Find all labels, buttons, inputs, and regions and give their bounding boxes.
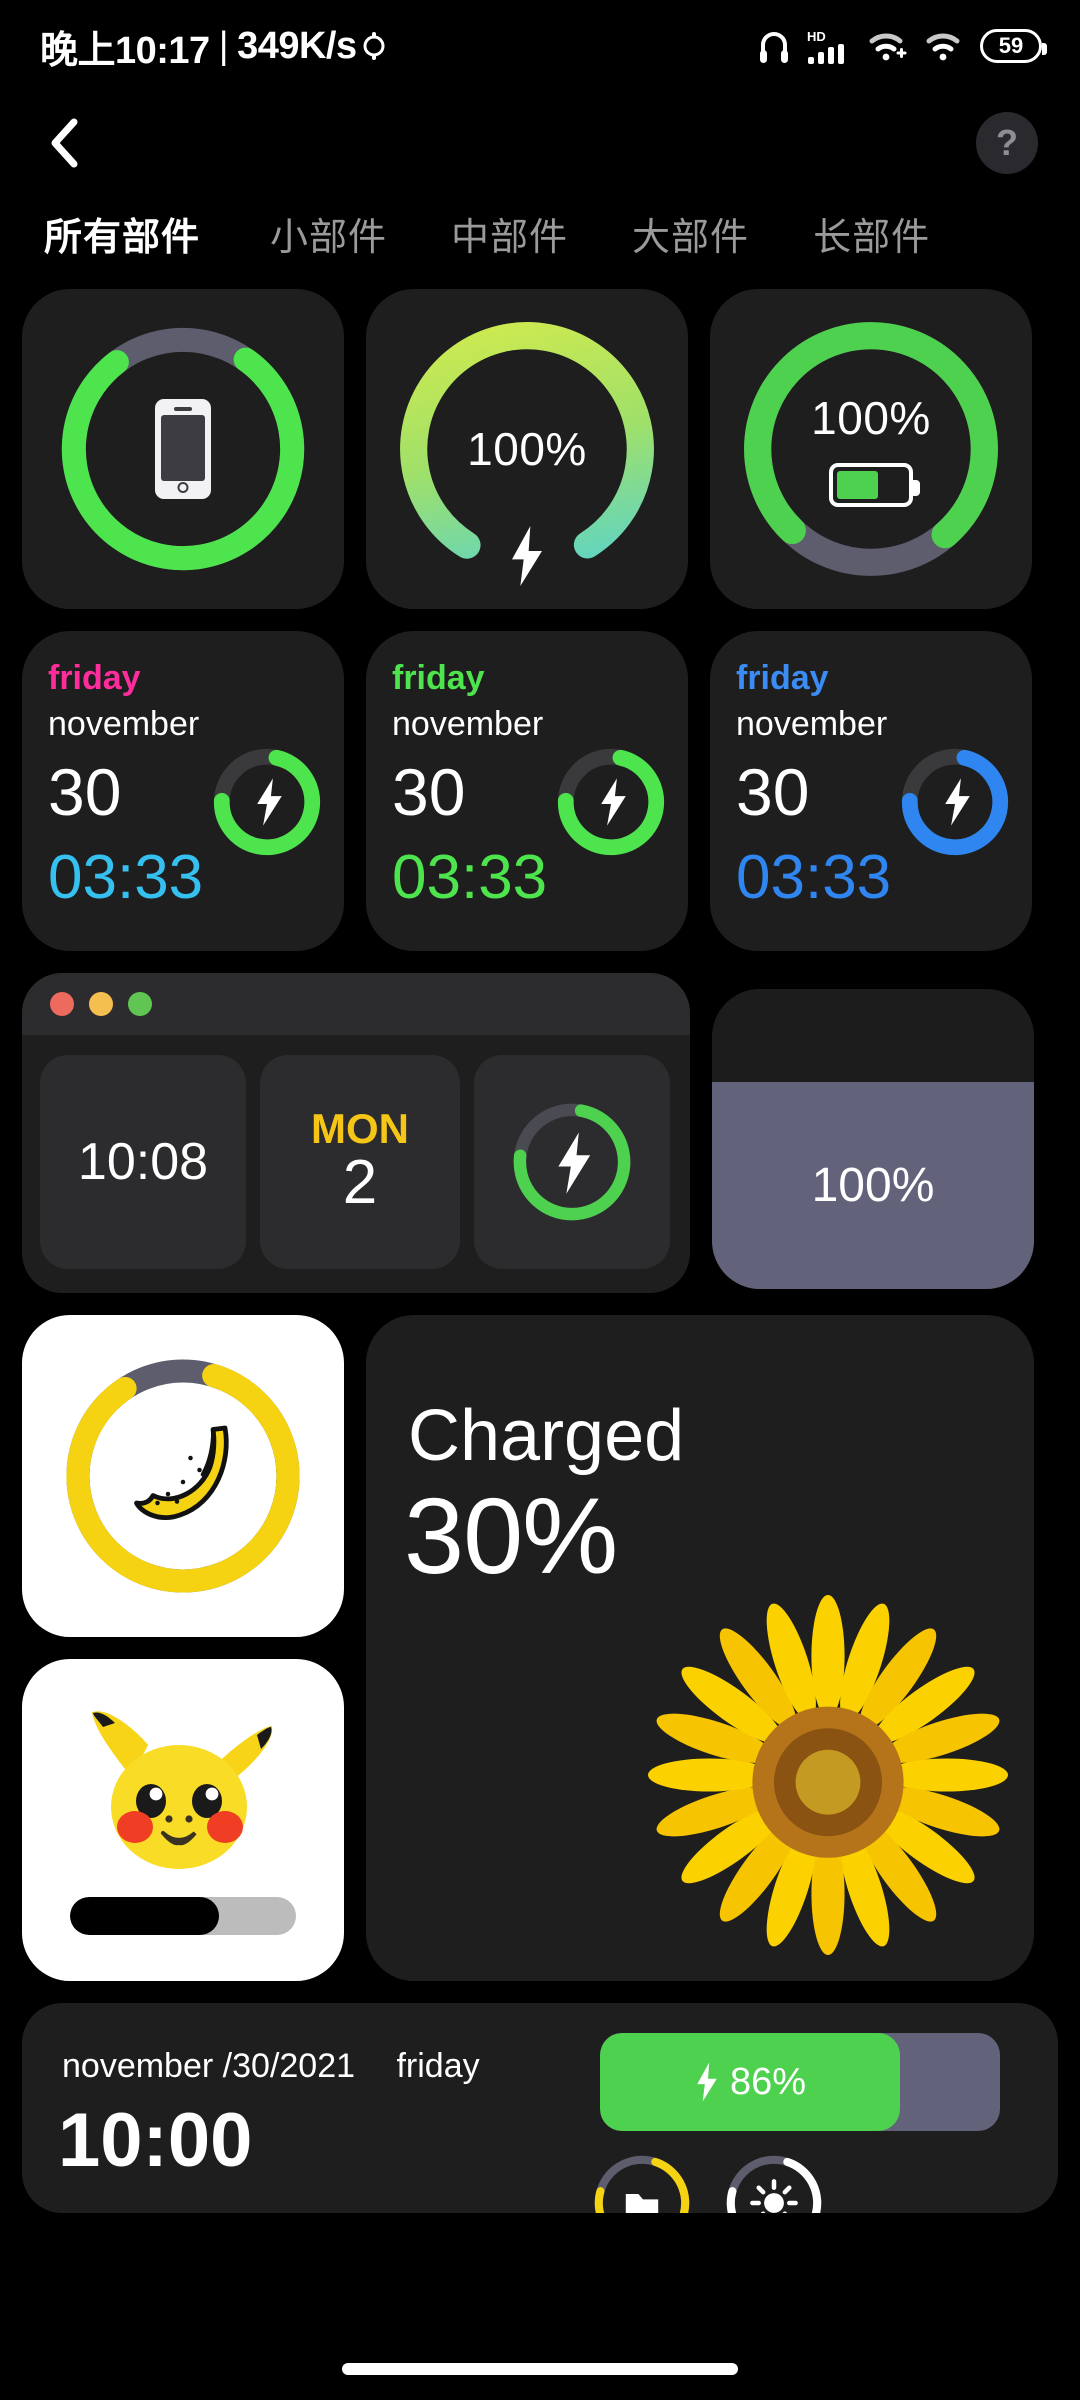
tab-small-widgets[interactable]: 小部件 xyxy=(270,206,387,261)
status-time: 晚上10:17 xyxy=(40,29,210,72)
charge-ring-icon xyxy=(513,1103,631,1221)
back-button[interactable] xyxy=(46,115,102,171)
mac-date-label: 2 xyxy=(342,1148,378,1218)
long-slash: / xyxy=(222,2047,233,2085)
storage-gauge[interactable] xyxy=(588,2149,696,2213)
month-label: november xyxy=(392,705,544,743)
charge-ring-icon xyxy=(901,748,1009,856)
maximize-dot-icon[interactable] xyxy=(128,992,152,1016)
phone-icon xyxy=(155,399,211,499)
upload-dot-icon xyxy=(363,32,385,60)
battery-ring-widget[interactable]: 100% xyxy=(710,289,1032,609)
mac-battery-tile[interactable] xyxy=(474,1055,670,1269)
widget-row-1: 100% 100% xyxy=(22,289,1058,609)
wifi-icon xyxy=(926,33,960,61)
pikachu-progress-bar xyxy=(70,1897,296,1935)
wifi-plus-icon xyxy=(869,33,907,61)
sun-icon xyxy=(750,2179,798,2213)
svg-text:HD: HD xyxy=(807,29,826,44)
chevron-left-icon xyxy=(51,118,78,168)
mac-date-tile[interactable]: MON 2 xyxy=(260,1055,460,1269)
hd-signal-icon: HD xyxy=(807,29,844,64)
charge-ring-icon xyxy=(557,748,665,856)
pikachu-icon xyxy=(91,1711,273,1869)
status-netspeed: 349K/s xyxy=(237,24,357,67)
banana-ring-widget[interactable] xyxy=(22,1315,344,1637)
date-widget-green[interactable]: friday november 30 03:33 xyxy=(366,631,688,951)
date-widget-blue[interactable]: friday november 30 03:33 xyxy=(710,631,1032,951)
banana-icon xyxy=(134,1425,229,1520)
status-right: HD 59 xyxy=(758,28,1047,64)
long-date-battery-widget[interactable]: november /30/2021 friday 10:00 86% xyxy=(22,2003,1058,2213)
help-icon: ? xyxy=(996,122,1018,163)
mac-window-widget[interactable]: 10:08 MON 2 xyxy=(22,973,690,1293)
close-dot-icon[interactable] xyxy=(50,992,74,1016)
long-time-label: 10:00 xyxy=(58,2098,253,2183)
charged-percent: 30% xyxy=(404,1475,618,1596)
tab-all-widgets[interactable]: 所有部件 xyxy=(44,206,200,261)
long-slash-2: / xyxy=(269,2047,280,2085)
sunflower-image xyxy=(648,1595,1008,1955)
long-battery-percent: 86% xyxy=(729,2060,807,2103)
long-weekday: friday xyxy=(396,2047,480,2085)
left-column xyxy=(22,1315,344,1981)
mac-title-bar xyxy=(22,973,690,1035)
charged-title: Charged xyxy=(408,1396,685,1476)
date-widget-pink[interactable]: friday november 30 03:33 xyxy=(22,631,344,951)
status-battery-icon: 59 xyxy=(980,29,1047,63)
top-nav: ? xyxy=(0,92,1080,194)
widget-row-4: Charged 30% xyxy=(22,1315,1058,1981)
long-date-line: november /30/2021 friday xyxy=(62,2047,480,2086)
brightness-gauge[interactable] xyxy=(720,2149,828,2213)
gradient-ring-label: 100% xyxy=(467,423,587,475)
mac-time-label: 10:08 xyxy=(77,1133,209,1191)
month-label: november xyxy=(736,705,888,743)
long-gauges xyxy=(588,2149,828,2213)
weekday-label: friday xyxy=(48,659,141,697)
fill-empty-part xyxy=(712,989,1034,1082)
tab-large-widgets[interactable]: 大部件 xyxy=(632,206,749,261)
long-day: 30 xyxy=(232,2047,270,2085)
mac-clock-tile[interactable]: 10:08 xyxy=(40,1055,246,1269)
fill-filled-part: 100% xyxy=(712,1082,1034,1289)
status-separator: | xyxy=(218,24,229,67)
tab-long-widgets[interactable]: 长部件 xyxy=(813,206,930,261)
gradient-ring-widget[interactable]: 100% xyxy=(366,289,688,609)
bolt-icon xyxy=(512,526,542,586)
tab-medium-widgets[interactable]: 中部件 xyxy=(451,206,568,261)
status-left: 晚上10:17 | 349K/s xyxy=(40,19,391,74)
widget-row-2: friday november 30 03:33 friday november… xyxy=(22,631,1058,951)
folder-icon xyxy=(625,2194,659,2213)
status-bar: 晚上10:17 | 349K/s HD 59 xyxy=(0,0,1080,92)
weekday-label: friday xyxy=(736,659,829,697)
battery-ring-label: 100% xyxy=(811,392,931,444)
mac-weekday-label: MON xyxy=(311,1105,409,1153)
weekday-label: friday xyxy=(392,659,485,697)
fill-level-widget[interactable]: 100% xyxy=(712,989,1034,1289)
charge-ring-icon xyxy=(213,748,321,856)
long-month: november xyxy=(62,2047,214,2085)
widget-row-3: 10:08 MON 2 100% xyxy=(22,973,1058,1293)
tab-bar: 所有部件 小部件 中部件 大部件 长部件 xyxy=(0,194,1080,261)
pikachu-battery-widget[interactable] xyxy=(22,1659,344,1981)
widget-grid: 100% 100% friday november 30 03:33 frida… xyxy=(0,261,1080,1981)
long-year: 2021 xyxy=(279,2047,356,2085)
charged-widget[interactable]: Charged 30% xyxy=(366,1315,1034,1981)
gesture-pill[interactable] xyxy=(342,2363,738,2375)
minimize-dot-icon[interactable] xyxy=(89,992,113,1016)
gesture-nav-bar xyxy=(0,2338,1080,2400)
long-battery-bar: 86% xyxy=(600,2033,1000,2131)
mac-tiles: 10:08 MON 2 xyxy=(22,1035,690,1269)
battery-icon xyxy=(829,463,920,507)
bolt-icon xyxy=(697,2062,717,2102)
help-button[interactable]: ? xyxy=(976,112,1038,174)
phone-ring-widget[interactable] xyxy=(22,289,344,609)
fill-level-label: 100% xyxy=(811,1159,935,1212)
headphones-icon xyxy=(760,32,788,63)
status-battery-label: 59 xyxy=(998,33,1024,58)
month-label: november xyxy=(48,705,200,743)
